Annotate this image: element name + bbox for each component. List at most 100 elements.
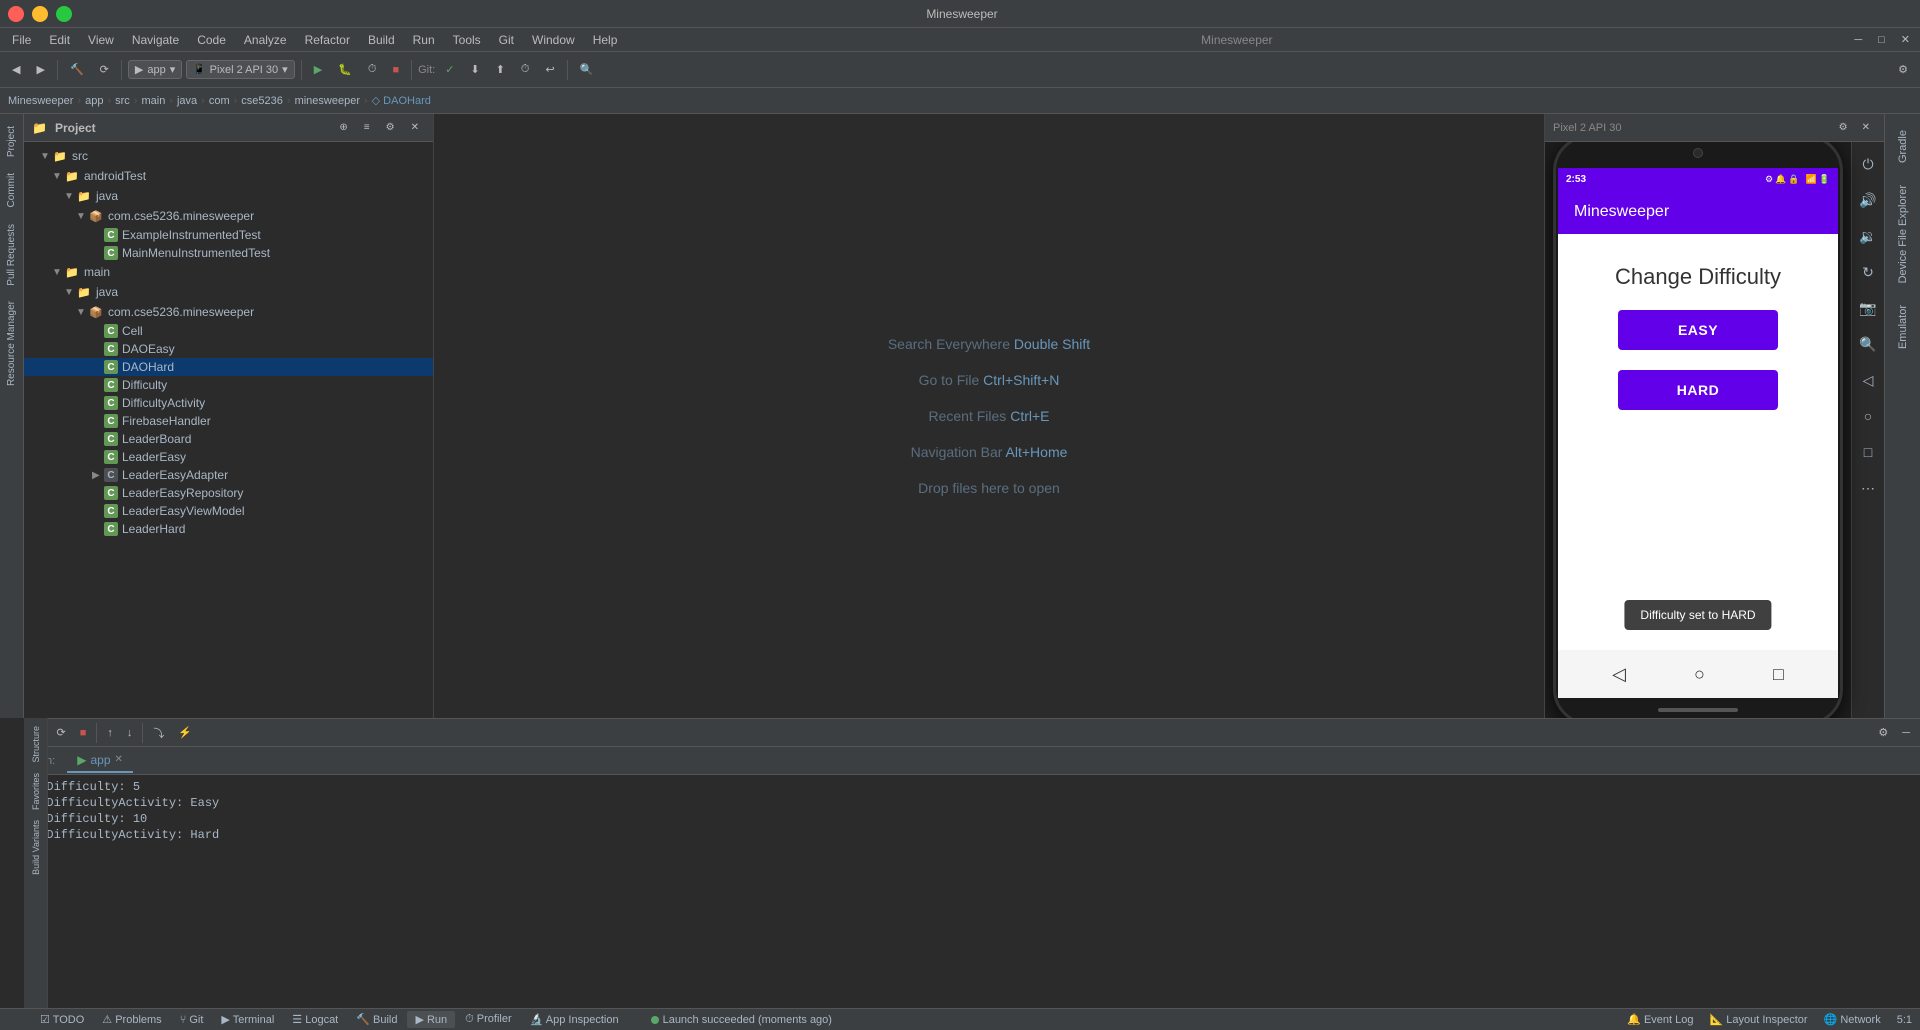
project-close-btn[interactable]: ✕	[405, 120, 425, 135]
breadcrumb-minesweeper2[interactable]: minesweeper	[295, 95, 360, 107]
sync-btn[interactable]: ⟳	[94, 61, 115, 78]
emulator-settings-btn[interactable]: ⚙	[1833, 120, 1854, 135]
run-rerun-btn[interactable]: ⟳	[50, 724, 71, 741]
status-network[interactable]: 🌐 Network	[1824, 1013, 1881, 1026]
status-profiler[interactable]: ⏱ Profiler	[457, 1011, 519, 1028]
tree-leadereasy-adapter[interactable]: ▶ C LeaderEasyAdapter	[24, 466, 433, 484]
profile-btn[interactable]: ⏱	[362, 61, 383, 78]
run-filter-btn[interactable]: ⚡	[172, 724, 198, 741]
maximize-button[interactable]	[56, 6, 72, 22]
tree-leadereasyvm[interactable]: C LeaderEasyViewModel	[24, 502, 433, 520]
status-run[interactable]: ▶ Run	[407, 1011, 455, 1028]
git-check-btn[interactable]: ✓	[439, 61, 460, 78]
close-button[interactable]	[8, 6, 24, 22]
menu-window[interactable]: Window	[524, 31, 583, 49]
phone-back-btn[interactable]: ◁	[1612, 664, 1626, 685]
search-everywhere-btn[interactable]: 🔍	[574, 61, 600, 78]
run-wrap-btn[interactable]: ⤵	[147, 723, 170, 743]
status-layout-inspector[interactable]: 📐 Layout Inspector	[1710, 1013, 1808, 1026]
tree-daohard[interactable]: C DAOHard	[24, 358, 433, 376]
run-up-btn[interactable]: ↑	[101, 725, 119, 741]
status-app-inspection[interactable]: 🔬 App Inspection	[522, 1011, 627, 1028]
menu-file[interactable]: File	[4, 31, 39, 49]
tree-difficultyactivity[interactable]: C DifficultyActivity	[24, 394, 433, 412]
project-icon-1[interactable]: ⊕	[333, 120, 353, 135]
breadcrumb-java[interactable]: java	[177, 95, 197, 107]
menu-refactor[interactable]: Refactor	[297, 31, 358, 49]
emu-power-btn[interactable]: ⏻	[1854, 150, 1882, 178]
vtab-project[interactable]: Project	[2, 118, 21, 165]
gradle-tab[interactable]: Gradle	[1893, 122, 1913, 171]
tree-firebasehandler[interactable]: C FirebaseHandler	[24, 412, 433, 430]
emu-screenshot-btn[interactable]: 📷	[1854, 294, 1882, 322]
tree-src[interactable]: ▼ 📁 src	[24, 146, 433, 166]
back-nav-btn[interactable]: ◀	[6, 61, 26, 78]
emu-zoom-in-btn[interactable]: 🔍	[1854, 330, 1882, 358]
status-todo[interactable]: ☑ TODO	[32, 1011, 92, 1028]
tree-leaderboard[interactable]: C LeaderBoard	[24, 430, 433, 448]
phone-hard-btn[interactable]: HARD	[1618, 370, 1778, 410]
run-panel-close-btn[interactable]: ─	[1896, 725, 1916, 741]
tree-exampletest[interactable]: C ExampleInstrumentedTest	[24, 226, 433, 244]
git-push-btn[interactable]: ⬆	[490, 61, 511, 78]
tree-main[interactable]: ▼ 📁 main	[24, 262, 433, 282]
project-settings-btn[interactable]: ⚙	[380, 120, 401, 135]
menu-edit[interactable]: Edit	[41, 31, 78, 49]
emulator-tab[interactable]: Emulator	[1893, 297, 1913, 357]
menu-navigate[interactable]: Navigate	[124, 31, 187, 49]
breadcrumb-com[interactable]: com	[209, 95, 230, 107]
minimize-button[interactable]	[32, 6, 48, 22]
emu-circle-btn[interactable]: ○	[1854, 402, 1882, 430]
emulator-close-btn[interactable]: ✕	[1856, 120, 1876, 135]
bottom-build-tab[interactable]: Build Variants	[29, 816, 43, 879]
breadcrumb-src[interactable]: src	[115, 95, 130, 107]
breadcrumb-minesweeper[interactable]: Minesweeper	[8, 95, 73, 107]
git-revert-btn[interactable]: ↩	[540, 61, 561, 78]
tree-leadereasy[interactable]: C LeaderEasy	[24, 448, 433, 466]
close-btn[interactable]: ✕	[1895, 31, 1916, 48]
emu-rotate-btn[interactable]: ↻	[1854, 258, 1882, 286]
emu-more-btn[interactable]: ⋯	[1854, 474, 1882, 502]
status-build[interactable]: 🔨 Build	[348, 1011, 405, 1028]
minimize-btn[interactable]: ─	[1848, 31, 1868, 48]
bottom-favorites-tab[interactable]: Favorites	[29, 769, 43, 814]
git-history-btn[interactable]: ⏱	[515, 61, 536, 78]
debug-btn[interactable]: 🐛	[332, 61, 358, 78]
emu-vol-down-btn[interactable]: 🔉	[1854, 222, 1882, 250]
tree-pkg-1[interactable]: ▼ 📦 com.cse5236.minesweeper	[24, 206, 433, 226]
run-btn[interactable]: ▶	[308, 61, 328, 78]
breadcrumb-daohard[interactable]: ◇ DAOHard	[372, 94, 431, 107]
run-stop-btn[interactable]: ■	[74, 725, 93, 741]
device-file-tab[interactable]: Device File Explorer	[1893, 177, 1913, 291]
run-down-btn[interactable]: ↓	[121, 725, 139, 741]
tree-cell[interactable]: C Cell	[24, 322, 433, 340]
tree-difficulty[interactable]: C Difficulty	[24, 376, 433, 394]
menu-analyze[interactable]: Analyze	[236, 31, 295, 49]
tree-mainmenutest[interactable]: C MainMenuInstrumentedTest	[24, 244, 433, 262]
breadcrumb-main[interactable]: main	[141, 95, 165, 107]
breadcrumb-app[interactable]: app	[85, 95, 103, 107]
tree-java-2[interactable]: ▼ 📁 java	[24, 282, 433, 302]
tree-leadereasyrepo[interactable]: C LeaderEasyRepository	[24, 484, 433, 502]
status-event-log[interactable]: 🔔 Event Log	[1627, 1013, 1693, 1026]
build-btn[interactable]: 🔨	[64, 61, 90, 78]
tree-leaderhard[interactable]: C LeaderHard	[24, 520, 433, 538]
menu-code[interactable]: Code	[189, 31, 234, 49]
status-terminal[interactable]: ▶ Terminal	[213, 1011, 282, 1028]
menu-build[interactable]: Build	[360, 31, 403, 49]
phone-easy-btn[interactable]: EASY	[1618, 310, 1778, 350]
tree-java-1[interactable]: ▼ 📁 java	[24, 186, 433, 206]
emu-square-btn[interactable]: □	[1854, 438, 1882, 466]
tree-pkg-2[interactable]: ▼ 📦 com.cse5236.minesweeper	[24, 302, 433, 322]
menu-run[interactable]: Run	[405, 31, 443, 49]
status-logcat[interactable]: ☰ Logcat	[284, 1011, 346, 1028]
run-tab-close[interactable]: ✕	[115, 754, 123, 765]
forward-nav-btn[interactable]: ▶	[30, 61, 50, 78]
vtab-commit[interactable]: Commit	[2, 165, 21, 215]
phone-recents-btn[interactable]: □	[1773, 664, 1784, 685]
tree-daoeasy[interactable]: C DAOEasy	[24, 340, 433, 358]
device-dropdown[interactable]: 📱 Pixel 2 API 30 ▾	[186, 60, 294, 79]
menu-view[interactable]: View	[80, 31, 122, 49]
run-panel-settings-btn[interactable]: ⚙	[1872, 724, 1894, 741]
status-problems[interactable]: ⚠ Problems	[94, 1011, 169, 1028]
